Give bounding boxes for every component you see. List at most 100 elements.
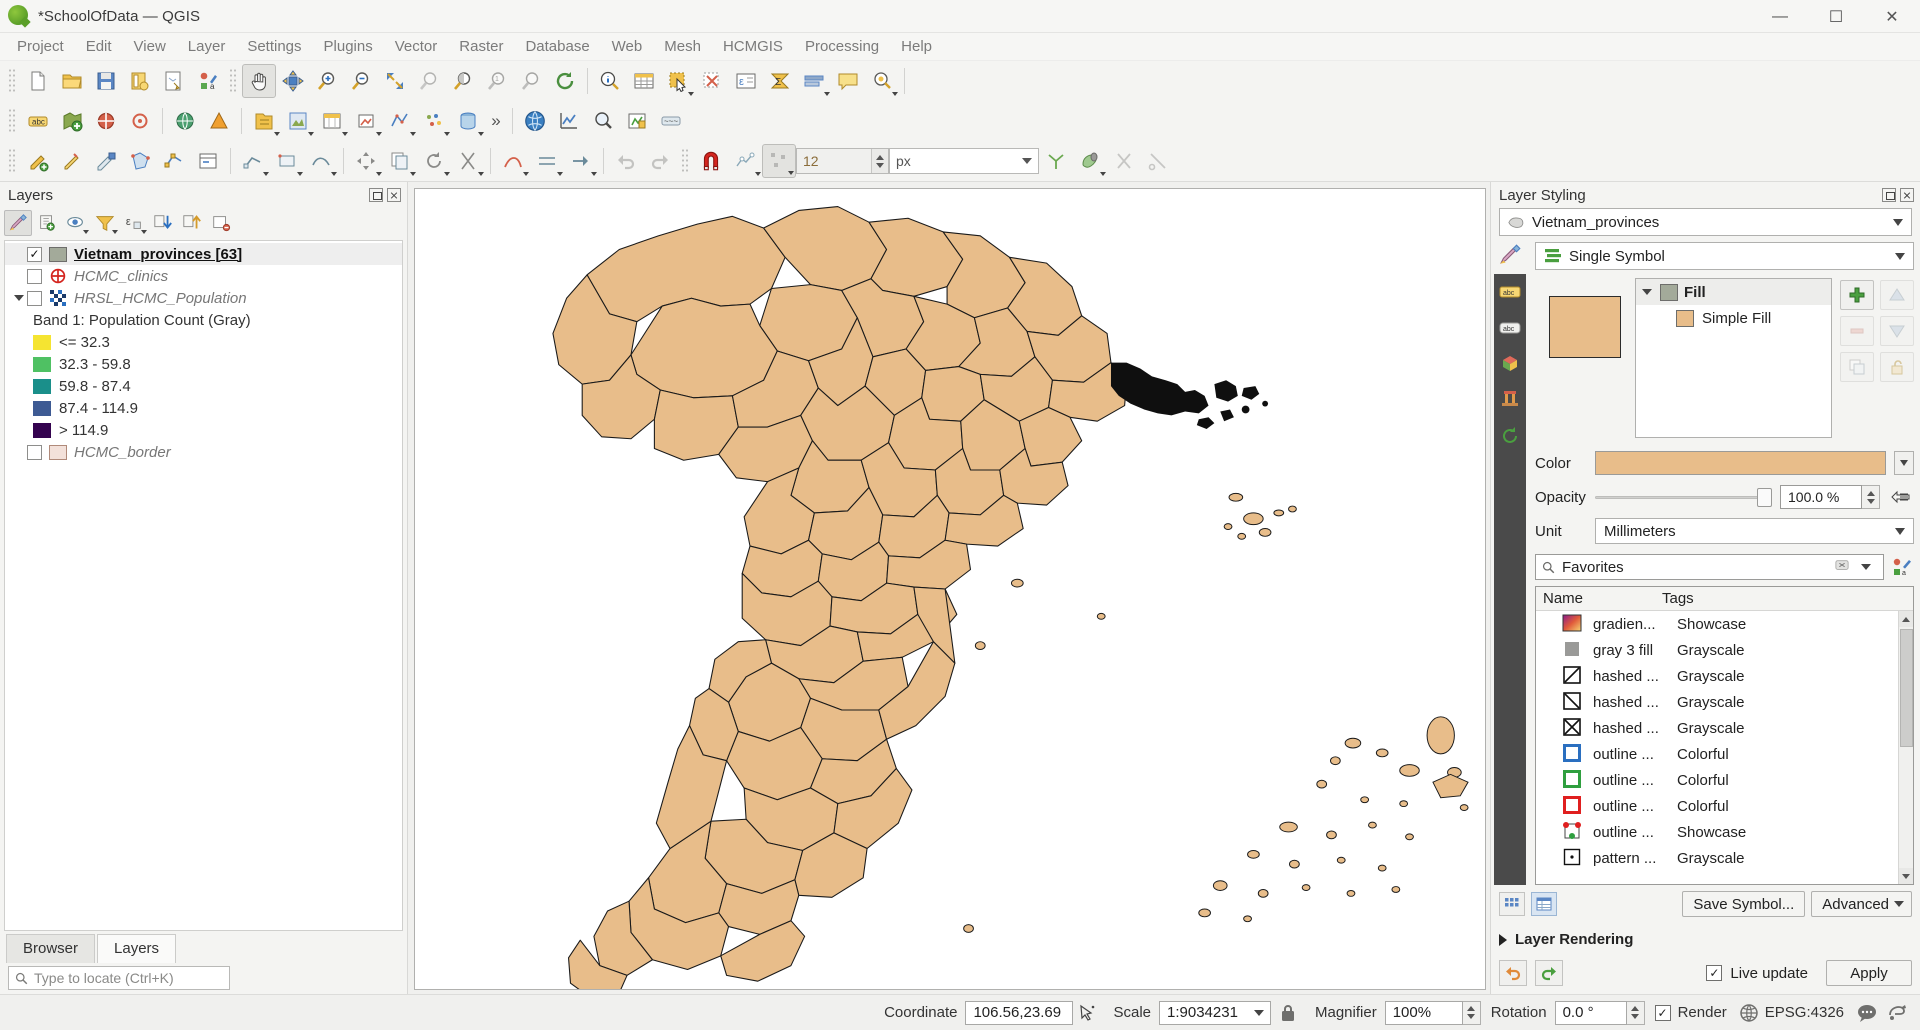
identify-features-button[interactable] (593, 64, 627, 98)
new-print-layout-button[interactable] (157, 64, 191, 98)
list-item[interactable]: outline ... Colorful (1536, 741, 1898, 767)
menu-help[interactable]: Help (890, 35, 943, 58)
copy-features-button[interactable] (383, 144, 417, 178)
magnifier-spin-arrows[interactable] (1462, 1000, 1481, 1025)
deselect-features-button[interactable] (695, 64, 729, 98)
live-update-checkbox[interactable]: ✓ (1706, 965, 1723, 981)
menu-layer[interactable]: Layer (177, 35, 237, 58)
apply-button[interactable]: Apply (1826, 960, 1912, 986)
zoom-full-button[interactable] (378, 64, 412, 98)
new-shapefile-layer-button[interactable] (55, 104, 89, 138)
list-item[interactable]: pattern ... Grayscale (1536, 845, 1898, 871)
map-tips-button[interactable] (831, 64, 865, 98)
search-dropdown-icon[interactable] (1861, 564, 1871, 570)
offset-curve-button[interactable] (530, 144, 564, 178)
list-item[interactable]: outline ... Colorful (1536, 793, 1898, 819)
remove-layer-button[interactable] (207, 210, 235, 236)
rotation-spin-arrows[interactable] (1626, 1000, 1645, 1025)
digitize-with-segment-button[interactable] (236, 144, 270, 178)
symbology-tab-icon[interactable] (1498, 236, 1522, 274)
3d-view-tab-icon[interactable] (1498, 352, 1522, 376)
snap-unit-select[interactable]: px (889, 148, 1039, 174)
toolbar-grip-snap[interactable] (681, 148, 690, 174)
undo-button[interactable] (609, 144, 643, 178)
zoom-to-selection-button[interactable] (412, 64, 446, 98)
layer-checkbox-vietnam-provinces[interactable]: ✓ (27, 246, 42, 262)
coordinate-input[interactable]: 106.56,23.69 (965, 1000, 1074, 1025)
symbol-child-row[interactable]: Simple Fill (1636, 305, 1831, 331)
lock-scale-icon[interactable] (1271, 1003, 1305, 1023)
toolbar-overflow-button[interactable]: » (485, 111, 507, 131)
layer-rendering-section[interactable]: Layer Rendering (1499, 931, 1912, 948)
scale-combo[interactable]: 1:9034231 (1159, 1000, 1271, 1025)
move-symbol-up-button[interactable] (1880, 280, 1914, 310)
plot-tool-button[interactable] (552, 104, 586, 138)
history-tab-icon[interactable] (1498, 424, 1522, 448)
magnifier-value[interactable]: 100% (1384, 1000, 1463, 1025)
digitize-shape-button[interactable] (270, 144, 304, 178)
messages-icon[interactable] (1852, 1003, 1882, 1023)
globe-icon[interactable] (1735, 1003, 1763, 1023)
show-labels-button[interactable]: abc (21, 104, 55, 138)
snapping-options-button[interactable] (728, 144, 762, 178)
zoom-last-button[interactable]: 1 (480, 64, 514, 98)
maximize-button[interactable]: ☐ (1808, 0, 1864, 33)
symbol-library-list[interactable]: Name Tags gradien... Showcase gray 3 fil… (1535, 586, 1914, 885)
menu-raster[interactable]: Raster (448, 35, 514, 58)
diagrams-tab-icon[interactable] (1498, 388, 1522, 412)
select-by-expression-button[interactable]: ε (729, 64, 763, 98)
symbol-root-row[interactable]: Fill (1636, 279, 1831, 305)
menu-web[interactable]: Web (601, 35, 654, 58)
layer-item-hrsl-population[interactable]: HRSL_HCMC_Population (5, 287, 402, 309)
add-point-cloud-layer-button[interactable] (417, 104, 451, 138)
list-item[interactable]: hashed ... Grayscale (1536, 715, 1898, 741)
zoom-out-button[interactable] (344, 64, 378, 98)
trim-extend-button[interactable] (1141, 144, 1175, 178)
add-circle-annotation-button[interactable] (123, 104, 157, 138)
hcmgis-tool-button[interactable] (620, 104, 654, 138)
opacity-value[interactable]: 100.0 % (1780, 485, 1862, 509)
locator-search-input[interactable]: Type to locate (Ctrl+K) (8, 966, 230, 990)
manage-layer-visibility-button[interactable] (62, 210, 90, 236)
layer-expander-hrsl[interactable] (11, 295, 27, 301)
layer-item-vietnam-provinces[interactable]: ✓ Vietnam_provinces [63] (5, 243, 402, 265)
menu-plugins[interactable]: Plugins (313, 35, 384, 58)
lock-layer-colors-button[interactable] (1880, 352, 1914, 382)
layer-checkbox-hrsl-population[interactable] (27, 290, 42, 306)
reshape-features-button[interactable] (496, 144, 530, 178)
pan-to-selection-button[interactable] (276, 64, 310, 98)
symbol-search-input[interactable]: Favorites (1535, 554, 1884, 580)
menu-database[interactable]: Database (514, 35, 600, 58)
pan-map-button[interactable] (242, 64, 276, 98)
layer-checkbox-hcmc-clinics[interactable] (27, 268, 42, 284)
rotation-spinbox[interactable]: 0.0 ° (1554, 1000, 1645, 1025)
layers-tree[interactable]: ✓ Vietnam_provinces [63] HCMC_clinics HR… (4, 240, 403, 931)
rotate-feature-button[interactable] (417, 144, 451, 178)
duplicate-symbol-layer-button[interactable] (1840, 352, 1874, 382)
snap-tolerance-arrows[interactable] (871, 149, 888, 173)
refresh-button[interactable] (548, 64, 582, 98)
list-view-button[interactable] (1531, 892, 1557, 916)
current-edits-button[interactable] (21, 144, 55, 178)
opacity-spin-arrows[interactable] (1862, 485, 1880, 509)
zoom-to-layer-button[interactable] (446, 64, 480, 98)
menu-hcmgis[interactable]: HCMGIS (712, 35, 794, 58)
add-group-button[interactable] (33, 210, 61, 236)
menu-processing[interactable]: Processing (794, 35, 890, 58)
advanced-button[interactable]: Advanced (1811, 891, 1912, 917)
new-virtual-layer-button[interactable] (168, 104, 202, 138)
layer-item-hcmc-border[interactable]: HCMC_border (5, 441, 402, 463)
undo-style-button[interactable] (1499, 960, 1527, 986)
scroll-down-icon[interactable] (1898, 868, 1913, 884)
minimize-button[interactable]: — (1752, 0, 1808, 33)
save-project-as-button[interactable] (123, 64, 157, 98)
zoom-next-button[interactable] (514, 64, 548, 98)
layer-item-hcmc-clinics[interactable]: HCMC_clinics (5, 265, 402, 287)
add-vector-layer-button[interactable] (281, 104, 315, 138)
add-mesh-layer-button[interactable] (383, 104, 417, 138)
stream-digitizing-button[interactable] (304, 144, 338, 178)
list-item[interactable]: outline ... Showcase (1536, 819, 1898, 845)
style-manager-icon[interactable]: a (1890, 557, 1914, 577)
field-calculator-button[interactable]: Σ (763, 64, 797, 98)
plugin-globe-button[interactable] (518, 104, 552, 138)
